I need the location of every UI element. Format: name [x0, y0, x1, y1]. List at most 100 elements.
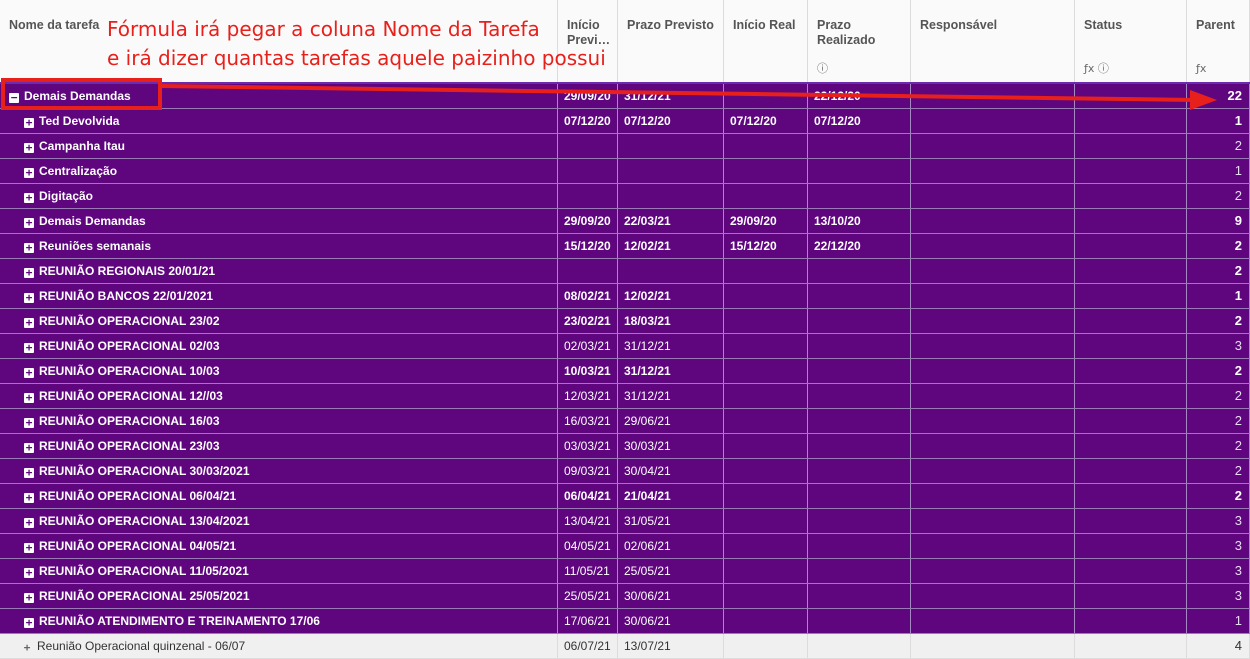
status-cell[interactable]	[1075, 384, 1187, 408]
task-row[interactable]: + REUNIÃO OPERACIONAL 13/04/2021 13/04/21 3…	[0, 509, 1250, 534]
start-planned-cell[interactable]: 29/09/20	[558, 209, 618, 233]
status-cell[interactable]	[1075, 609, 1187, 633]
task-row[interactable]: + Digitação 2	[0, 184, 1250, 209]
parent-cell[interactable]: 3	[1187, 509, 1250, 533]
status-cell[interactable]	[1075, 234, 1187, 258]
task-name-cell[interactable]: + REUNIÃO OPERACIONAL 02/03	[0, 334, 558, 358]
start-actual-cell[interactable]: 07/12/20	[724, 109, 808, 133]
start-planned-cell[interactable]	[558, 259, 618, 283]
due-planned-cell[interactable]: 30/06/21	[618, 609, 724, 633]
column-header-icons[interactable]: ƒx ⓘ	[1084, 61, 1109, 76]
parent-cell[interactable]: 2	[1187, 384, 1250, 408]
due-planned-cell[interactable]: 22/03/21	[618, 209, 724, 233]
parent-cell[interactable]: 2	[1187, 134, 1250, 158]
due-actual-cell[interactable]	[808, 609, 911, 633]
task-row[interactable]: + REUNIÃO ATENDIMENTO E TREINAMENTO 17/06…	[0, 609, 1250, 634]
due-actual-cell[interactable]: 22/12/20	[808, 234, 911, 258]
start-planned-cell[interactable]: 12/03/21	[558, 384, 618, 408]
start-planned-cell[interactable]	[558, 159, 618, 183]
start-actual-cell[interactable]	[724, 584, 808, 608]
task-name-cell[interactable]: + REUNIÃO OPERACIONAL 23/02	[0, 309, 558, 333]
start-actual-cell[interactable]	[724, 559, 808, 583]
start-planned-cell[interactable]	[558, 134, 618, 158]
status-cell[interactable]	[1075, 184, 1187, 208]
start-actual-cell[interactable]	[724, 484, 808, 508]
due-planned-cell[interactable]: 31/12/21	[618, 384, 724, 408]
expand-icon[interactable]: +	[22, 642, 32, 653]
expand-icon[interactable]: +	[24, 367, 34, 378]
parent-cell[interactable]: 9	[1187, 209, 1250, 233]
parent-cell[interactable]: 2	[1187, 409, 1250, 433]
due-actual-cell[interactable]	[808, 459, 911, 483]
start-actual-cell[interactable]	[724, 409, 808, 433]
owner-cell[interactable]	[911, 384, 1075, 408]
due-actual-cell[interactable]	[808, 159, 911, 183]
expand-icon[interactable]: +	[24, 492, 34, 503]
task-name-cell[interactable]: + REUNIÃO OPERACIONAL 25/05/2021	[0, 584, 558, 608]
due-actual-cell[interactable]	[808, 434, 911, 458]
task-row[interactable]: + Ted Devolvida 07/12/20 07/12/20 07/12/20 07…	[0, 109, 1250, 134]
task-name-cell[interactable]: + Reuniões semanais	[0, 234, 558, 258]
column-header-owner[interactable]: Responsável	[911, 0, 1075, 82]
start-planned-cell[interactable]: 07/12/20	[558, 109, 618, 133]
start-actual-cell[interactable]	[724, 334, 808, 358]
task-row[interactable]: + REUNIÃO REGIONAIS 20/01/21 2	[0, 259, 1250, 284]
status-cell[interactable]	[1075, 584, 1187, 608]
status-cell[interactable]	[1075, 334, 1187, 358]
start-actual-cell[interactable]	[724, 509, 808, 533]
parent-cell[interactable]: 2	[1187, 484, 1250, 508]
task-name-cell[interactable]: + Campanha Itau	[0, 134, 558, 158]
start-planned-cell[interactable]: 16/03/21	[558, 409, 618, 433]
task-row[interactable]: + REUNIÃO OPERACIONAL 12//03 12/03/21 31/12…	[0, 384, 1250, 409]
expand-icon[interactable]: +	[24, 417, 34, 428]
task-name-cell[interactable]: + REUNIÃO OPERACIONAL 10/03	[0, 359, 558, 383]
parent-cell[interactable]: 1	[1187, 109, 1250, 133]
expand-icon[interactable]: +	[24, 542, 34, 553]
due-actual-cell[interactable]	[808, 484, 911, 508]
owner-cell[interactable]	[911, 109, 1075, 133]
task-name-cell[interactable]: + REUNIÃO ATENDIMENTO E TREINAMENTO 17/06	[0, 609, 558, 633]
due-actual-cell[interactable]: 13/10/20	[808, 209, 911, 233]
owner-cell[interactable]	[911, 509, 1075, 533]
status-cell[interactable]	[1075, 559, 1187, 583]
due-planned-cell[interactable]: 31/12/21	[618, 84, 724, 108]
start-actual-cell[interactable]	[724, 159, 808, 183]
due-actual-cell[interactable]	[808, 284, 911, 308]
task-row[interactable]: + REUNIÃO OPERACIONAL 25/05/2021 25/05/21 3…	[0, 584, 1250, 609]
status-cell[interactable]	[1075, 84, 1187, 108]
task-name-cell[interactable]: + REUNIÃO OPERACIONAL 23/03	[0, 434, 558, 458]
parent-cell[interactable]: 3	[1187, 584, 1250, 608]
expand-icon[interactable]: +	[24, 442, 34, 453]
expand-icon[interactable]: +	[24, 292, 34, 303]
status-cell[interactable]	[1075, 159, 1187, 183]
task-row[interactable]: + REUNIÃO OPERACIONAL 11/05/2021 11/05/21 2…	[0, 559, 1250, 584]
expand-icon[interactable]: +	[24, 317, 34, 328]
owner-cell[interactable]	[911, 84, 1075, 108]
owner-cell[interactable]	[911, 134, 1075, 158]
parent-cell[interactable]: 1	[1187, 284, 1250, 308]
task-row[interactable]: + REUNIÃO OPERACIONAL 04/05/21 04/05/21 02/…	[0, 534, 1250, 559]
status-cell[interactable]	[1075, 634, 1187, 658]
due-planned-cell[interactable]: 31/12/21	[618, 334, 724, 358]
due-actual-cell[interactable]: 07/12/20	[808, 109, 911, 133]
parent-cell[interactable]: 2	[1187, 434, 1250, 458]
due-actual-cell[interactable]	[808, 359, 911, 383]
parent-cell[interactable]: 2	[1187, 234, 1250, 258]
task-name-cell[interactable]: + REUNIÃO OPERACIONAL 16/03	[0, 409, 558, 433]
task-row[interactable]: + Reuniões semanais 15/12/20 12/02/21 15/12/…	[0, 234, 1250, 259]
start-planned-cell[interactable]: 02/03/21	[558, 334, 618, 358]
due-actual-cell[interactable]	[808, 309, 911, 333]
column-header-status[interactable]: Status ƒx ⓘ	[1075, 0, 1187, 82]
expand-icon[interactable]: +	[24, 117, 34, 128]
column-header-icons[interactable]: ƒx	[1196, 61, 1206, 76]
task-name-cell[interactable]: + REUNIÃO OPERACIONAL 30/03/2021	[0, 459, 558, 483]
owner-cell[interactable]	[911, 259, 1075, 283]
expand-icon[interactable]: +	[24, 617, 34, 628]
start-planned-cell[interactable]: 04/05/21	[558, 534, 618, 558]
task-name-cell[interactable]: + REUNIÃO OPERACIONAL 13/04/2021	[0, 509, 558, 533]
start-planned-cell[interactable]: 13/04/21	[558, 509, 618, 533]
expand-icon[interactable]: +	[24, 342, 34, 353]
status-cell[interactable]	[1075, 109, 1187, 133]
expand-icon[interactable]: +	[24, 167, 34, 178]
due-planned-cell[interactable]: 31/12/21	[618, 359, 724, 383]
